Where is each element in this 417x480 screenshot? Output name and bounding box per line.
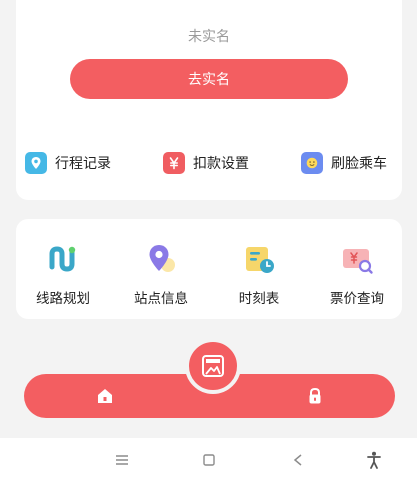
back-button[interactable] [286,448,310,472]
route-icon [49,246,76,272]
face-icon [301,152,323,174]
ride-code-icon [202,355,224,377]
quick-action-trip-records[interactable]: 行程记录 [25,150,111,176]
quick-action-label: 刷脸乘车 [331,156,387,172]
service-label: 站点信息 [134,291,188,307]
timetable-icon [246,247,274,273]
quick-action-label: 行程记录 [55,156,111,172]
ticket-search-icon [343,249,373,274]
station-pin-icon [149,245,175,272]
quick-action-label: 扣款设置 [193,156,249,172]
service-grid: 线路规划 站点信息 时刻表 票价查询 [16,219,402,319]
service-station-info[interactable]: 站点信息 [116,241,206,307]
tab-lock[interactable] [304,385,326,407]
system-navigation-bar [0,438,417,480]
service-route-planning[interactable]: 线路规划 [18,241,108,307]
accessibility-icon [367,451,381,469]
menu-button[interactable] [110,448,134,472]
service-fare-inquiry[interactable]: 票价查询 [312,241,402,307]
service-label: 线路规划 [36,291,90,307]
accessibility-button[interactable] [362,448,386,472]
service-label: 票价查询 [330,291,384,307]
home-icon [98,389,112,403]
back-arrow-icon [293,454,302,466]
verification-status: 未实名 [188,29,230,45]
account-card: 未实名 去实名 行程记录 扣款设置 刷脸乘车 [16,0,402,200]
go-verify-button[interactable]: 去实名 [70,59,348,99]
square-icon [203,454,215,466]
service-timetable[interactable]: 时刻表 [214,241,304,307]
home-button[interactable] [197,448,221,472]
menu-icon [116,455,128,465]
yuan-icon [163,152,185,174]
service-label: 时刻表 [238,291,280,307]
quick-action-face-ride[interactable]: 刷脸乘车 [301,150,387,176]
lock-icon [309,387,321,404]
tab-home[interactable] [94,385,116,407]
ride-code-button[interactable] [185,338,241,394]
quick-action-payment-settings[interactable]: 扣款设置 [163,150,249,176]
location-pin-icon [25,152,47,174]
